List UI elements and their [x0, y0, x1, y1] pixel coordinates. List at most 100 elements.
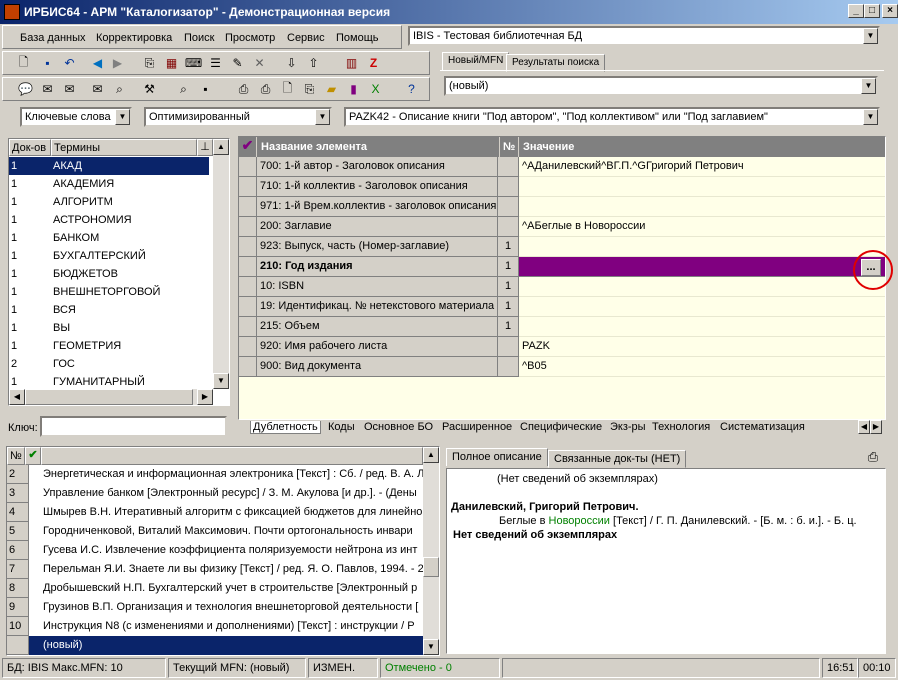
chevron-down-icon[interactable]: ▼ [863, 109, 878, 125]
header-element-name[interactable]: Название элемента [261, 141, 367, 153]
menu-view[interactable]: Просмотр [225, 32, 275, 44]
key-input[interactable] [40, 416, 227, 437]
app-icon[interactable] [4, 4, 20, 20]
editor-row[interactable]: 710: 1-й коллектив - Заголовок описания [239, 177, 885, 197]
list-icon[interactable]: ☰ [205, 53, 226, 73]
term-row[interactable]: 1 ВЫ [9, 319, 209, 337]
search-mode-select[interactable]: Ключевые слова ▼ [20, 107, 132, 127]
editor-row[interactable]: 10: ISBN 1 [239, 277, 885, 297]
menu-help[interactable]: Помощь [336, 32, 379, 44]
tools-icon[interactable]: ⚒ [139, 79, 160, 99]
editor-row[interactable]: 900: Вид документа ^B05 [239, 357, 885, 377]
chevron-down-icon[interactable]: ▼ [115, 109, 130, 125]
print-preview-icon[interactable]: ⎙ [255, 79, 276, 99]
value-cell[interactable] [519, 177, 885, 197]
menu-search[interactable]: Поиск [184, 32, 214, 44]
disk-icon[interactable]: ▪ [195, 79, 216, 99]
pin-icon[interactable]: ⊥ [197, 139, 213, 156]
editor-row[interactable]: 215: Объем 1 [239, 317, 885, 337]
editor-row[interactable]: 971: 1-й Врем.коллектив - заголовок опис… [239, 197, 885, 217]
tab-copies[interactable]: Экз-ры [610, 421, 646, 433]
value-cell[interactable] [519, 317, 885, 337]
excel-icon[interactable]: X [365, 79, 386, 99]
terms-hscrollbar[interactable]: ◀ ▶ [9, 389, 213, 405]
term-row[interactable]: 2 ГОС [9, 355, 209, 373]
tab-extended[interactable]: Расширенное [442, 421, 512, 433]
header-number[interactable]: № [499, 137, 519, 157]
value-cell-selected[interactable] [519, 257, 885, 277]
copy-icon[interactable]: ⎘ [139, 53, 160, 73]
record-select[interactable]: (новый) ▼ [444, 76, 878, 96]
print-icon[interactable]: ⎙ [233, 79, 254, 99]
scroll-up-icon[interactable]: ▲ [213, 139, 229, 155]
value-cell[interactable]: ^AБеглые в Новороссии [519, 217, 885, 237]
menu-service[interactable]: Сервис [287, 32, 325, 44]
list-item[interactable]: 7 Перельман Я.И. Знаете ли вы физику [Тек… [7, 560, 423, 579]
print-preview-icon[interactable]: ⎙ [864, 449, 882, 465]
term-row[interactable]: 1 АКАД [9, 157, 209, 175]
tab-scroll-left-icon[interactable]: ◀ [858, 420, 870, 434]
grid-icon[interactable]: ▦ [161, 53, 182, 73]
value-cell[interactable] [519, 197, 885, 217]
doclist-header-num[interactable]: № [7, 447, 25, 465]
tab-basic[interactable]: Основное БО [364, 421, 433, 433]
term-row[interactable]: 1 БЮДЖЕТОВ [9, 265, 209, 283]
description-link[interactable]: Новороссии [549, 515, 610, 527]
terms-vscrollbar[interactable]: ▲ ▼ [213, 139, 229, 389]
delete-icon[interactable]: ✕ [249, 53, 270, 73]
checkmark-icon[interactable]: ✔ [239, 137, 257, 157]
chevron-down-icon[interactable]: ▼ [863, 28, 878, 44]
list-item[interactable]: 8 Дробышевский Н.П. Бухгалтерский учет в … [7, 579, 423, 598]
edit-icon[interactable]: ✎ [227, 53, 248, 73]
folder-icon[interactable]: ▰ [321, 79, 342, 99]
list-item[interactable]: 3 Управление банком [Электронный ресурс] … [7, 484, 423, 503]
z3950-icon[interactable]: Z [363, 53, 384, 73]
menu-database[interactable]: База данных [20, 32, 86, 44]
tab-new-mfn[interactable]: Новый/MFN [442, 52, 510, 70]
term-row[interactable]: 1 АЛГОРИТМ [9, 193, 209, 211]
value-cell[interactable]: ^B05 [519, 357, 885, 377]
term-row[interactable]: 1 БУХГАЛТЕРСКИЙ [9, 247, 209, 265]
close-button[interactable]: × [882, 4, 898, 18]
editor-row[interactable]: 19: Идентификац. № нетекстового материал… [239, 297, 885, 317]
tab-linked-docs[interactable]: Связанные док-ты (НЕТ) [548, 450, 687, 468]
undo-icon[interactable]: ↶ [59, 53, 80, 73]
value-cell[interactable] [519, 297, 885, 317]
tab-systematization[interactable]: Систематизация [720, 421, 805, 433]
tab-technology[interactable]: Технология [652, 421, 710, 433]
tab-codes[interactable]: Коды [328, 421, 355, 433]
tab-full-description[interactable]: Полное описание [446, 448, 548, 466]
terms-header-term[interactable]: Термины [51, 139, 197, 156]
worksheet-select[interactable]: PAZK42 - Описание книги "Под автором", "… [344, 107, 880, 127]
message-icon[interactable]: ✉ [87, 79, 108, 99]
list-item[interactable]: 4 Шмырев В.Н. Итеративный алгоритм с фикс… [7, 503, 423, 522]
import-icon[interactable]: ⇩ [281, 53, 302, 73]
search-icon[interactable]: ⌕ [173, 79, 194, 99]
list-item-selected[interactable]: (новый) [7, 636, 423, 655]
value-cell[interactable]: ^AДанилевский^BГ.П.^GГригорий Петрович [519, 157, 885, 177]
tab-scroll-right-icon[interactable]: ▶ [870, 420, 882, 434]
term-row[interactable]: 1 ВНЕШНЕТОРГОВОЙ [9, 283, 209, 301]
chart-icon[interactable]: ▮ [343, 79, 364, 99]
chevron-down-icon[interactable]: ▼ [315, 109, 330, 125]
scroll-down-icon[interactable]: ▼ [213, 373, 229, 389]
editor-row[interactable]: 923: Выпуск, часть (Номер-заглавие) 1 [239, 237, 885, 257]
value-cell[interactable] [519, 277, 885, 297]
value-cell[interactable] [519, 237, 885, 257]
save-icon[interactable]: ▪ [37, 53, 58, 73]
term-row[interactable]: 1 ВСЯ [9, 301, 209, 319]
terms-header-count[interactable]: Док-ов [9, 139, 51, 156]
list-item[interactable]: 9 Грузинов В.П. Организация и технология … [7, 598, 423, 617]
scroll-up-icon[interactable]: ▲ [423, 447, 439, 463]
document-copy-icon[interactable]: ⎘ [299, 79, 320, 99]
format-icon[interactable]: ⌨ [183, 53, 204, 73]
books-icon[interactable]: ▥ [341, 53, 362, 73]
export-icon[interactable]: ⇧ [303, 53, 324, 73]
scroll-down-icon[interactable]: ▼ [423, 639, 439, 655]
new-record-icon[interactable]: 🗋 [13, 53, 34, 73]
term-row[interactable]: 1 ГЕОМЕТРИЯ [9, 337, 209, 355]
list-item[interactable]: 6 Гусева И.С. Извлечение коэффициента пол… [7, 541, 423, 560]
editor-row[interactable]: 200: Заглавие ^AБеглые в Новороссии [239, 217, 885, 237]
list-item[interactable]: 10 Инструкция N8 (с изменениями и дополне… [7, 617, 423, 636]
database-select[interactable]: IBIS - Тестовая библиотечная БД ▼ [408, 26, 880, 46]
